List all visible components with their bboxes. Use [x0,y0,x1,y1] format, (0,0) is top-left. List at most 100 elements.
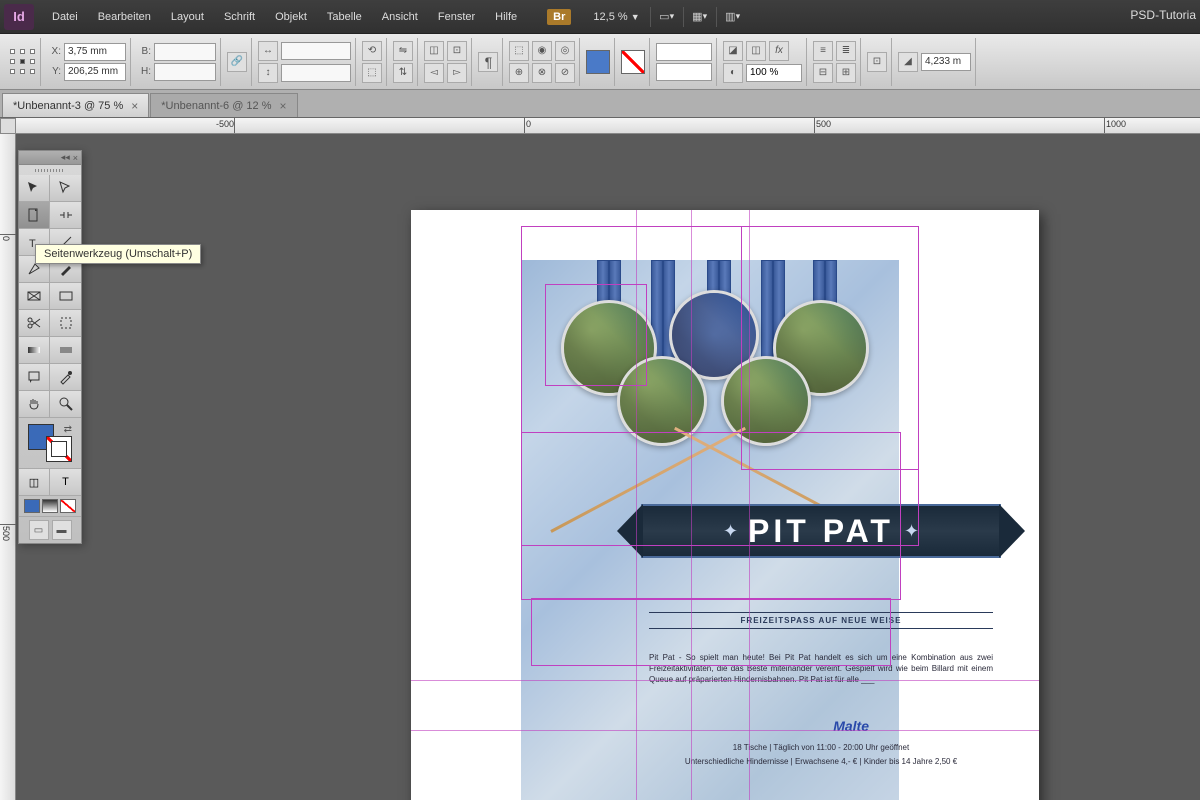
stroke-none-swatch[interactable] [621,50,645,74]
wrap-3-icon[interactable]: ◎ [555,41,575,61]
apply-gradient-swatch[interactable] [42,499,58,513]
opacity-input[interactable] [746,64,802,82]
flip-h-icon[interactable]: ⇋ [393,41,413,61]
rotate-icon[interactable]: ⟲ [362,41,382,61]
align-2-icon[interactable]: ≣ [836,41,856,61]
stroke-style-input[interactable] [656,63,712,81]
corner-input[interactable] [921,53,971,71]
view-mode-normal-icon[interactable]: ▭ [29,520,49,540]
reference-point-grid[interactable] [10,49,36,75]
menu-layout[interactable]: Layout [161,7,214,27]
fill-stroke-control[interactable]: ⇄ [28,424,72,462]
screen-mode-icon[interactable]: ▭▾ [655,5,679,29]
panel-grip[interactable] [19,165,81,175]
apply-none-swatch[interactable] [60,499,76,513]
hand-tool[interactable] [19,391,50,417]
stroke-swatch[interactable] [46,436,72,462]
menu-ansicht[interactable]: Ansicht [372,7,428,27]
wrap-2-icon[interactable]: ◉ [532,41,552,61]
free-transform-tool[interactable] [50,310,81,336]
bridge-button[interactable]: Br [547,9,571,25]
constrain-icon[interactable]: 🔗 [227,52,247,72]
collapse-icon[interactable]: ◂◂ [61,152,70,163]
note-tool[interactable] [19,364,50,390]
x-input[interactable] [64,43,126,61]
wrap-6-icon[interactable]: ⊘ [555,63,575,83]
zoom-tool[interactable] [50,391,81,417]
window-title: PSD-Tutoria [1130,8,1196,22]
menu-bearbeiten[interactable]: Bearbeiten [88,7,161,27]
page[interactable]: ✦ PIT PAT ✦ FREIZEITSPASS AUF NEUE WEISE… [411,210,1039,800]
width-input[interactable] [154,43,216,61]
view-mode-preview-icon[interactable]: ▬ [52,520,72,540]
wrap-1-icon[interactable]: ⬚ [509,41,529,61]
stroke-weight-input[interactable] [656,43,712,61]
eyedropper-tool[interactable] [50,364,81,390]
tools-panel: ◂◂× T ⇄ ◫ [18,150,82,544]
vertical-ruler[interactable]: 0 500 [0,134,16,800]
gradient-feather-tool[interactable] [50,337,81,363]
shear-icon[interactable]: ⬚ [362,63,382,83]
opacity-icon: ◐ [723,63,743,83]
flyer-banner: ✦ PIT PAT ✦ [641,504,1001,558]
formatting-container-icon[interactable]: ◫ [19,469,50,495]
select-content-icon[interactable]: ⊡ [447,41,467,61]
scale-y-icon: ↕ [258,63,278,83]
ruler-origin[interactable] [0,118,16,134]
menu-schrift[interactable]: Schrift [214,7,265,27]
app-icon: Id [4,4,34,30]
menu-hilfe[interactable]: Hilfe [485,7,527,27]
gradient-swatch-tool[interactable] [19,337,50,363]
star-icon: ✦ [723,521,738,542]
flyer-logo: Malte [833,718,869,734]
paragraph-icon[interactable]: ¶ [478,52,498,72]
zoom-level[interactable]: 12,5 % ▼ [587,9,645,25]
document-canvas[interactable]: ✦ PIT PAT ✦ FREIZEITSPASS AUF NEUE WEISE… [16,134,1200,800]
align-1-icon[interactable]: ≡ [813,41,833,61]
direct-selection-tool[interactable] [50,175,81,201]
apply-color-swatch[interactable] [24,499,40,513]
select-next-icon[interactable]: ▻ [447,63,467,83]
fill-color-swatch[interactable] [586,50,610,74]
rectangle-frame-tool[interactable] [19,283,50,309]
horizontal-ruler[interactable]: -500 0 500 1000 [16,118,1200,134]
tools-panel-header[interactable]: ◂◂× [19,151,81,165]
menu-datei[interactable]: Datei [42,7,88,27]
scale-x-input[interactable] [281,42,351,60]
scale-y-input[interactable] [281,64,351,82]
wrap-5-icon[interactable]: ⊗ [532,63,552,83]
scale-x-icon: ↔ [258,41,278,61]
tab-unbenannt-6[interactable]: *Unbenannt-6 @ 12 %× [150,93,297,117]
tab-unbenannt-3[interactable]: *Unbenannt-3 @ 75 %× [2,93,149,117]
menu-objekt[interactable]: Objekt [265,7,317,27]
gap-tool[interactable] [50,202,81,228]
flip-v-icon[interactable]: ⇅ [393,63,413,83]
swap-icon[interactable]: ⇄ [64,424,72,435]
select-container-icon[interactable]: ◫ [424,41,444,61]
select-prev-icon[interactable]: ◅ [424,63,444,83]
page-tool[interactable] [19,202,50,228]
formatting-text-icon[interactable]: T [50,469,81,495]
menu-tabelle[interactable]: Tabelle [317,7,372,27]
tooltip: Seitenwerkzeug (Umschalt+P) [35,244,201,264]
close-icon[interactable]: × [280,99,287,113]
flyer-info: 18 Tische | Täglich von 11:00 - 20:00 Uh… [649,742,993,753]
workspace-icon[interactable]: ▥▾ [721,5,745,29]
arrange-icon[interactable]: ▦▾ [688,5,712,29]
menu-bar: Id Datei Bearbeiten Layout Schrift Objek… [0,0,1200,34]
align-3-icon[interactable]: ⊟ [813,63,833,83]
wrap-4-icon[interactable]: ⊕ [509,63,529,83]
fx-icon[interactable]: fx [769,41,789,61]
selection-tool[interactable] [19,175,50,201]
drop-shadow-icon[interactable]: ◫ [746,41,766,61]
align-4-icon[interactable]: ⊞ [836,63,856,83]
effects-icon[interactable]: ◪ [723,41,743,61]
menu-fenster[interactable]: Fenster [428,7,485,27]
scissors-tool[interactable] [19,310,50,336]
close-icon[interactable]: × [73,153,78,163]
fit-frame-icon[interactable]: ⊡ [867,52,887,72]
close-icon[interactable]: × [131,99,138,113]
rectangle-tool[interactable] [50,283,81,309]
height-input[interactable] [154,63,216,81]
y-input[interactable] [64,63,126,81]
